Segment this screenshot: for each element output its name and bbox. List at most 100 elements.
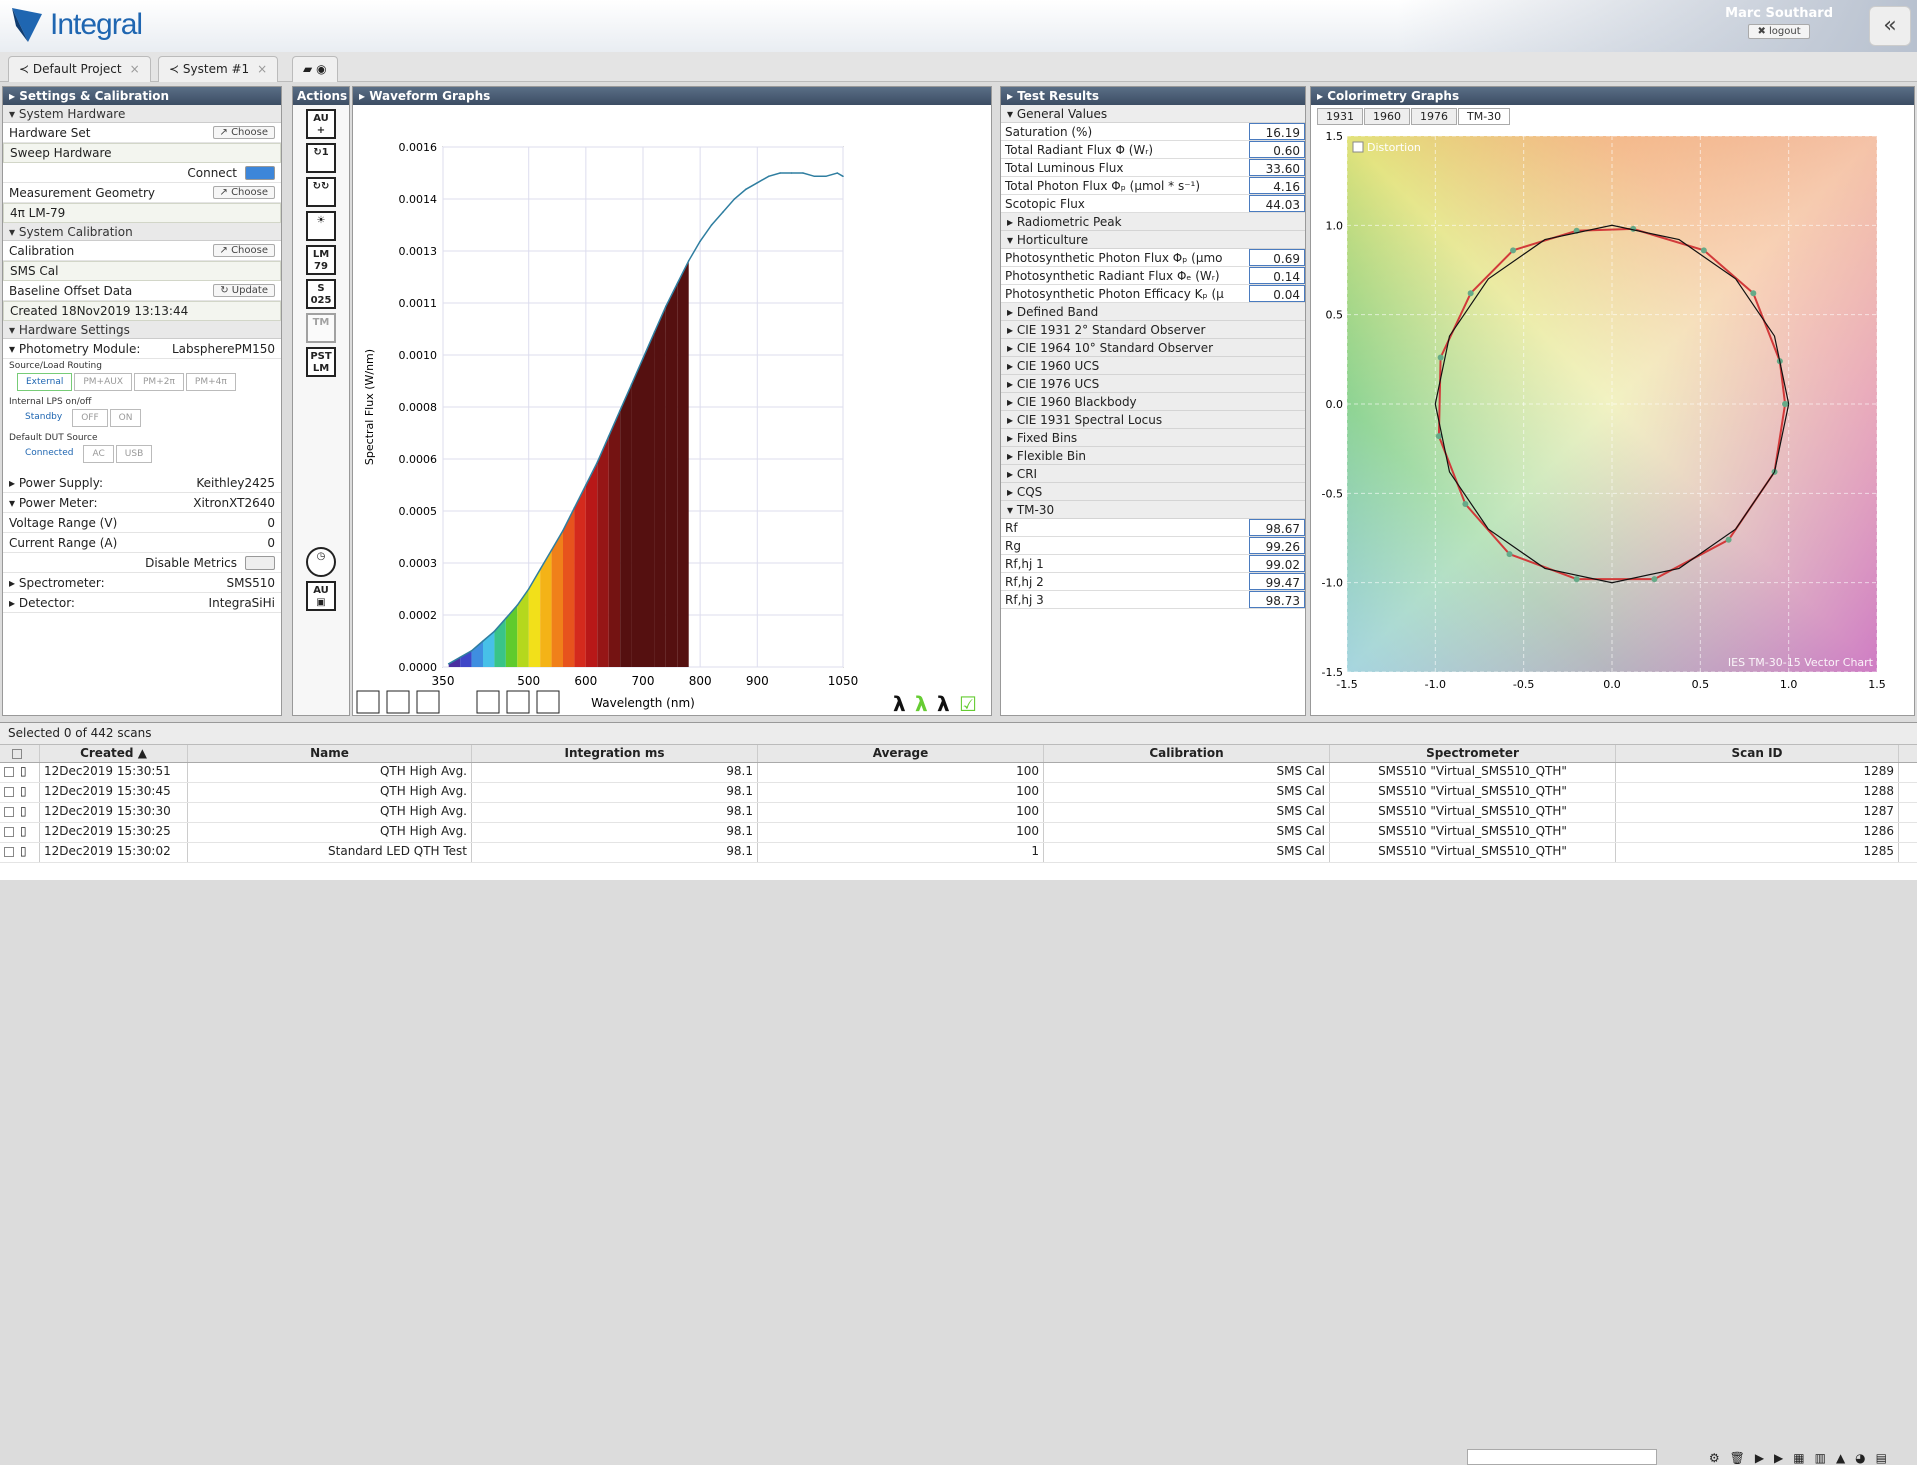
result-value[interactable]: 98.67 xyxy=(1249,519,1305,536)
choose-hardware-button[interactable]: ↗ Choose xyxy=(212,126,275,139)
result-value[interactable]: 0.60 xyxy=(1249,141,1305,158)
tm30-vector-chart[interactable]: -1.5 1.5 -1.0 1.0 -0.5 0.5 0.0 0.0 0.5 -0.5 1.0 -1.… xyxy=(1311,128,1914,714)
waveform-tool-icon[interactable] xyxy=(476,690,500,714)
routing-pm-2pi[interactable]: PM+2π xyxy=(134,373,184,391)
tab-1976[interactable]: 1976 xyxy=(1411,108,1457,125)
power-supply-row[interactable]: ▸ Power Supply: Keithley2425 xyxy=(3,473,281,493)
row-checkbox[interactable] xyxy=(4,846,14,857)
waveform-tool-icon[interactable] xyxy=(356,690,380,714)
select-all-checkbox[interactable] xyxy=(11,748,22,759)
result-section[interactable]: ▸ CRI xyxy=(1001,465,1305,483)
routing-pm-aux[interactable]: PM+AUX xyxy=(74,373,132,391)
lambda-icon[interactable]: λ xyxy=(915,692,928,716)
lambda-icon[interactable]: λ xyxy=(893,692,906,716)
tab-open-view[interactable]: ▰ ◉ xyxy=(292,56,338,82)
col-average[interactable]: Average xyxy=(758,745,1044,762)
close-icon[interactable]: × xyxy=(130,62,140,76)
collapse-button[interactable]: « xyxy=(1869,6,1911,46)
power-meter-row[interactable]: ▾ Power Meter: XitronXT2640 xyxy=(3,493,281,513)
result-section[interactable]: ▸ CQS xyxy=(1001,483,1305,501)
auto-add-icon[interactable]: AU + xyxy=(306,109,336,139)
auto-save-icon[interactable]: AU ▣ xyxy=(306,581,336,611)
search-input[interactable] xyxy=(1467,1449,1657,1465)
routing-pm-4pi[interactable]: PM+4π xyxy=(185,373,236,391)
lps-on[interactable]: ON xyxy=(109,409,142,427)
lamp-icon[interactable]: ☀ xyxy=(306,211,336,241)
scan-1-icon[interactable]: ↻1 xyxy=(306,143,336,173)
tab-default-project[interactable]: ≺ Default Project × xyxy=(8,56,151,82)
section-tm30[interactable]: ▾ TM-30 xyxy=(1001,501,1305,519)
section-general-values[interactable]: ▾ General Values xyxy=(1001,105,1305,123)
lps-off[interactable]: OFF xyxy=(72,409,108,427)
col-created[interactable]: Created ▲ xyxy=(40,745,188,762)
result-value[interactable]: 33.60 xyxy=(1249,159,1305,176)
tab-1931[interactable]: 1931 xyxy=(1317,108,1363,125)
result-section[interactable]: ▸ Defined Band xyxy=(1001,303,1305,321)
result-section[interactable]: ▸ Flexible Bin xyxy=(1001,447,1305,465)
col-spectrometer[interactable]: Spectrometer xyxy=(1330,745,1616,762)
lambda-icon[interactable]: λ xyxy=(937,692,950,716)
result-section[interactable]: ▸ CIE 1931 Spectral Locus xyxy=(1001,411,1305,429)
tm-icon[interactable]: TM xyxy=(306,313,336,343)
section-system-hardware[interactable]: ▾ System Hardware xyxy=(3,105,281,123)
result-section[interactable]: ▸ CIE 1960 UCS xyxy=(1001,357,1305,375)
choose-calibration-button[interactable]: ↗ Choose xyxy=(212,244,275,257)
tab-system-1[interactable]: ≺ System #1 × xyxy=(158,56,279,82)
lambda-icon[interactable]: ☑ xyxy=(959,692,977,716)
result-section[interactable]: ▸ Fixed Bins xyxy=(1001,429,1305,447)
row-checkbox[interactable] xyxy=(4,766,14,777)
waveform-tool-icon[interactable] xyxy=(386,690,410,714)
close-icon[interactable]: × xyxy=(257,62,267,76)
connect-toggle[interactable] xyxy=(245,165,275,180)
row-checkbox[interactable] xyxy=(4,786,14,797)
routing-external[interactable]: External xyxy=(17,373,73,391)
lm79-icon[interactable]: LM 79 xyxy=(306,245,336,275)
table-row[interactable]: ▯ 12Dec2019 15:30:51 QTH High Avg. 98.1 100 S… xyxy=(0,763,1917,783)
result-value[interactable]: 4.16 xyxy=(1249,177,1305,194)
dut-ac[interactable]: AC xyxy=(83,445,114,463)
s025-icon[interactable]: S 025 xyxy=(306,279,336,309)
table-row[interactable]: ▯ 12Dec2019 15:30:25 QTH High Avg. 98.1 100 S… xyxy=(0,823,1917,843)
timer-icon[interactable]: ◷ xyxy=(306,547,336,577)
spectral-flux-chart[interactable]: 350 500 600 700 800 900 1050 0.0000 0.0002 0.0003… xyxy=(353,105,991,716)
result-value[interactable]: 98.73 xyxy=(1249,591,1305,608)
result-value[interactable]: 0.04 xyxy=(1249,285,1305,302)
dut-usb[interactable]: USB xyxy=(115,445,153,463)
update-baseline-button[interactable]: ↻ Update xyxy=(213,284,275,297)
result-section[interactable]: ▸ CIE 1976 UCS xyxy=(1001,375,1305,393)
spectrometer-row[interactable]: ▸ Spectrometer: SMS510 xyxy=(3,573,281,593)
result-value[interactable]: 99.47 xyxy=(1249,573,1305,590)
detector-row[interactable]: ▸ Detector: IntegraSiHi xyxy=(3,593,281,613)
scan-loop-icon[interactable]: ↻↻ xyxy=(306,177,336,207)
col-name[interactable]: Name xyxy=(188,745,472,762)
table-row[interactable]: ▯ 12Dec2019 15:30:02 Standard LED QTH Test… xyxy=(0,843,1917,863)
choose-geometry-button[interactable]: ↗ Choose xyxy=(212,186,275,199)
result-value[interactable]: 99.26 xyxy=(1249,537,1305,554)
section-radiometric-peak[interactable]: ▸ Radiometric Peak xyxy=(1001,213,1305,231)
section-hardware-settings[interactable]: ▾ Hardware Settings xyxy=(3,321,281,339)
section-horticulture[interactable]: ▾ Horticulture xyxy=(1001,231,1305,249)
row-checkbox[interactable] xyxy=(4,826,14,837)
pst-lm-icon[interactable]: PST LM xyxy=(306,347,336,377)
col-calibration[interactable]: Calibration xyxy=(1044,745,1330,762)
result-section[interactable]: ▸ CIE 1960 Blackbody xyxy=(1001,393,1305,411)
table-row[interactable]: ▯ 12Dec2019 15:30:30 QTH High Avg. 98.1 100 S… xyxy=(0,803,1917,823)
tab-tm30[interactable]: TM-30 xyxy=(1458,108,1511,125)
col-scan-id[interactable]: Scan ID xyxy=(1616,745,1899,762)
result-value[interactable]: 0.14 xyxy=(1249,267,1305,284)
result-value[interactable]: 99.02 xyxy=(1249,555,1305,572)
current-range-value[interactable]: 0 xyxy=(267,536,275,550)
voltage-range-value[interactable]: 0 xyxy=(267,516,275,530)
waveform-tool-icon[interactable] xyxy=(416,690,440,714)
disable-metrics-toggle[interactable] xyxy=(245,555,275,570)
section-system-calibration[interactable]: ▾ System Calibration xyxy=(3,223,281,241)
distortion-checkbox[interactable] xyxy=(1352,141,1364,153)
col-integration[interactable]: Integration ms xyxy=(472,745,758,762)
waveform-tool-icon[interactable] xyxy=(536,690,560,714)
tab-1960[interactable]: 1960 xyxy=(1364,108,1410,125)
waveform-tool-icon[interactable] xyxy=(506,690,530,714)
table-toolbar-icons[interactable]: ⚙🗑▶▶▦▥▲◕▤ xyxy=(1709,1451,1897,1465)
result-value[interactable]: 44.03 xyxy=(1249,195,1305,212)
logout-button[interactable]: ✖ logout xyxy=(1748,24,1810,39)
result-value[interactable]: 16.19 xyxy=(1249,123,1305,140)
